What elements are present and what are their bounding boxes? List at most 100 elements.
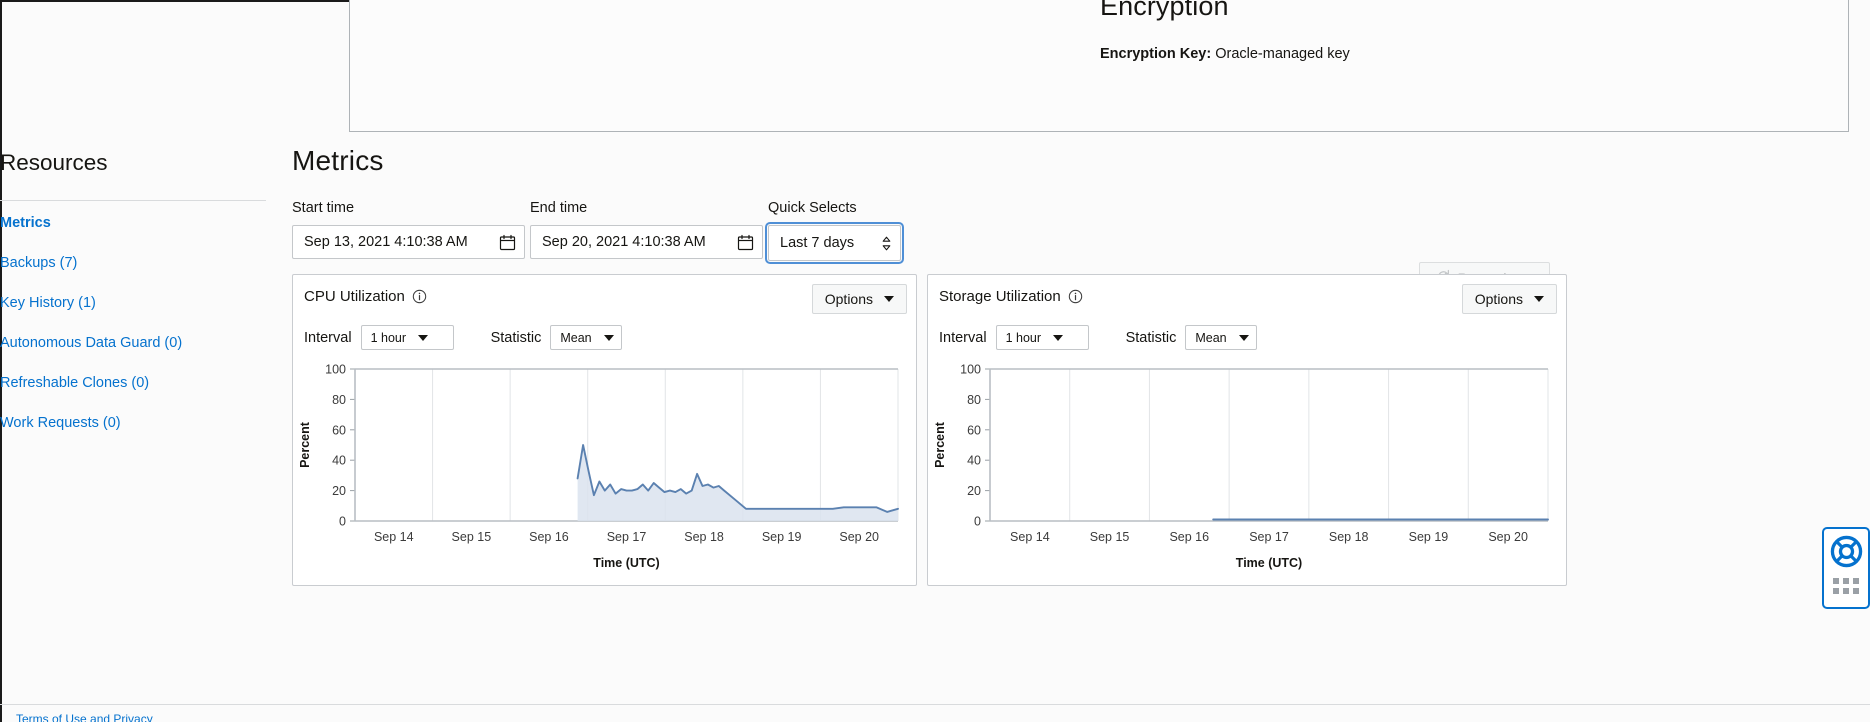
cpu-utilization-plot[interactable]: Sep 14Sep 15Sep 16Sep 17Sep 18Sep 19Sep …: [293, 361, 916, 573]
list-item: Refreshable Clones (0): [0, 374, 320, 392]
storage-utilization-card: Storage Utilization Options Interval 1 h…: [927, 274, 1567, 586]
chevron-down-icon: [1053, 335, 1063, 341]
drag-grip-icon[interactable]: [1833, 578, 1859, 594]
info-icon[interactable]: [412, 289, 427, 304]
cpu-controls-row: Interval 1 hour Statistic Mean: [304, 325, 622, 350]
footer-divider: [0, 704, 1870, 705]
window-top-edge: [0, 0, 349, 2]
storage-statistic-label: Statistic: [1126, 330, 1177, 346]
x-tick-label: Sep 16: [1169, 530, 1209, 544]
cpu-chart-svg: Sep 14Sep 15Sep 16Sep 17Sep 18Sep 19Sep …: [293, 361, 916, 573]
metrics-heading: Metrics: [292, 145, 384, 177]
end-time-label: End time: [530, 200, 763, 217]
x-axis-title: Time (UTC): [593, 556, 659, 570]
list-item: Key History (1): [0, 294, 320, 312]
storage-card-title: Storage Utilization: [939, 288, 1061, 305]
cpu-statistic-label: Statistic: [491, 330, 542, 346]
cpu-card-title: CPU Utilization: [304, 288, 405, 305]
spinner-arrows-icon[interactable]: [881, 235, 892, 252]
calendar-icon[interactable]: [737, 234, 754, 251]
storage-interval-select[interactable]: 1 hour: [996, 325, 1089, 350]
list-item: Work Requests (0): [0, 414, 320, 432]
sidebar-item-key-history-1[interactable]: Key History (1): [0, 295, 96, 312]
y-tick-label: 0: [339, 515, 346, 529]
y-tick-label: 0: [974, 515, 981, 529]
encryption-title: Encryption: [1100, 0, 1229, 22]
y-axis-title: Percent: [298, 421, 312, 468]
storage-statistic-select[interactable]: Mean: [1185, 325, 1257, 350]
y-tick-label: 100: [325, 363, 346, 377]
y-tick-label: 20: [967, 484, 981, 498]
x-tick-label: Sep 20: [1488, 530, 1528, 544]
end-time-value: Sep 20, 2021 4:10:38 AM: [542, 234, 737, 250]
storage-card-title-row: Storage Utilization: [939, 288, 1083, 305]
y-tick-label: 100: [960, 363, 981, 377]
storage-utilization-plot[interactable]: Sep 14Sep 15Sep 16Sep 17Sep 18Sep 19Sep …: [928, 361, 1566, 573]
x-tick-label: Sep 18: [684, 530, 724, 544]
x-tick-label: Sep 19: [1409, 530, 1449, 544]
x-axis-title: Time (UTC): [1236, 556, 1302, 570]
x-tick-label: Sep 19: [762, 530, 802, 544]
start-time-value: Sep 13, 2021 4:10:38 AM: [304, 234, 499, 250]
resources-list: Metrics Backups (7) Key History (1) Autonom…: [0, 214, 320, 432]
quick-selects-select[interactable]: Last 7 days: [768, 225, 901, 261]
x-tick-label: Sep 18: [1329, 530, 1369, 544]
quick-selects-group: Quick Selects Last 7 days: [768, 200, 901, 261]
y-tick-label: 60: [332, 423, 346, 437]
sidebar-item-metrics[interactable]: Metrics: [0, 215, 51, 232]
cpu-options-button[interactable]: Options: [812, 284, 907, 314]
x-tick-label: Sep 16: [529, 530, 569, 544]
cpu-card-title-row: CPU Utilization: [304, 288, 427, 305]
start-time-label: Start time: [292, 200, 525, 217]
end-time-group: End time Sep 20, 2021 4:10:38 AM: [530, 200, 763, 259]
y-tick-label: 40: [332, 454, 346, 468]
life-ring-icon[interactable]: [1830, 535, 1863, 573]
page-root: Encryption Encryption Key: Oracle-manage…: [0, 0, 1870, 722]
storage-options-label: Options: [1475, 291, 1523, 307]
x-tick-label: Sep 15: [1090, 530, 1130, 544]
y-tick-label: 80: [967, 393, 981, 407]
y-tick-label: 20: [332, 484, 346, 498]
y-axis-title: Percent: [933, 421, 947, 468]
x-tick-label: Sep 17: [607, 530, 647, 544]
calendar-icon[interactable]: [499, 234, 516, 251]
x-tick-label: Sep 14: [1010, 530, 1050, 544]
resources-divider: [0, 200, 266, 201]
storage-card-header: Storage Utilization Options Interval 1 h…: [928, 275, 1566, 337]
start-time-input[interactable]: Sep 13, 2021 4:10:38 AM: [292, 225, 525, 259]
info-icon[interactable]: [1068, 289, 1083, 304]
y-tick-label: 80: [332, 393, 346, 407]
cpu-statistic-select[interactable]: Mean: [550, 325, 622, 350]
y-tick-label: 40: [967, 454, 981, 468]
x-tick-label: Sep 20: [839, 530, 879, 544]
cpu-options-label: Options: [825, 291, 873, 307]
storage-interval-label: Interval: [939, 330, 987, 346]
cpu-interval-select[interactable]: 1 hour: [361, 325, 454, 350]
storage-statistic-value: Mean: [1195, 331, 1226, 345]
encryption-key-label: Encryption Key:: [1100, 46, 1211, 62]
list-item: Metrics: [0, 214, 320, 232]
cpu-interval-label: Interval: [304, 330, 352, 346]
quick-selects-value: Last 7 days: [780, 235, 881, 251]
storage-options-button[interactable]: Options: [1462, 284, 1557, 314]
sidebar-item-autonomous-data-guard-0[interactable]: Autonomous Data Guard (0): [0, 335, 182, 352]
chevron-down-icon: [1534, 296, 1544, 302]
sidebar-item-work-requests-0[interactable]: Work Requests (0): [0, 415, 121, 432]
footer-link[interactable]: Terms of Use and Privacy: [16, 712, 153, 722]
sidebar-item-refreshable-clones-0[interactable]: Refreshable Clones (0): [0, 375, 149, 392]
storage-chart-svg: Sep 14Sep 15Sep 16Sep 17Sep 18Sep 19Sep …: [928, 361, 1566, 573]
series-area: [578, 445, 898, 521]
cpu-utilization-card: CPU Utilization Options Interval 1 hour: [292, 274, 917, 586]
list-item: Backups (7): [0, 254, 320, 272]
chevron-down-icon: [1239, 335, 1249, 341]
end-time-input[interactable]: Sep 20, 2021 4:10:38 AM: [530, 225, 763, 259]
resources-title: Resources: [0, 148, 320, 178]
help-widget[interactable]: [1822, 527, 1870, 609]
start-time-group: Start time Sep 13, 2021 4:10:38 AM: [292, 200, 525, 259]
chevron-down-icon: [884, 296, 894, 302]
sidebar-item-backups-7[interactable]: Backups (7): [0, 255, 77, 272]
cpu-card-header: CPU Utilization Options Interval 1 hour: [293, 275, 916, 337]
storage-interval-value: 1 hour: [1006, 331, 1041, 345]
x-tick-label: Sep 15: [452, 530, 492, 544]
quick-selects-label: Quick Selects: [768, 200, 901, 217]
